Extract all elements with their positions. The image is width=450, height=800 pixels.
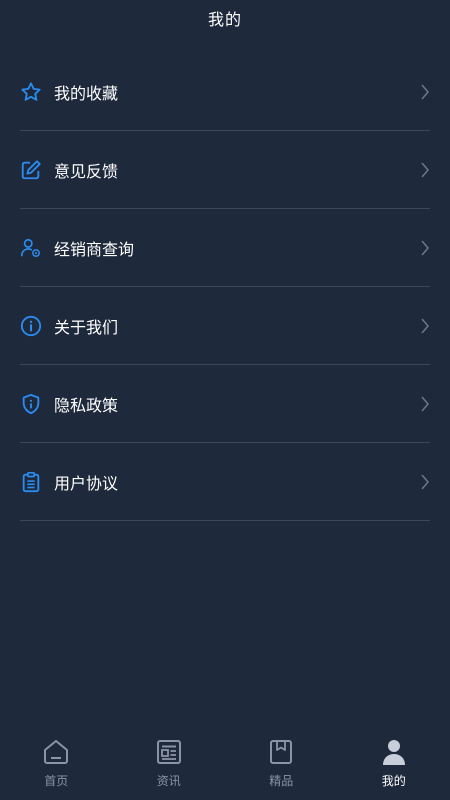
menu-item-label: 隐私政策 bbox=[54, 395, 119, 415]
tab-home[interactable]: 首页 bbox=[0, 730, 112, 789]
menu-item-label: 意见反馈 bbox=[54, 161, 119, 181]
menu-item-label: 关于我们 bbox=[54, 317, 119, 337]
menu-item-favorites[interactable]: 我的收藏 bbox=[20, 53, 430, 131]
menu-item-user-agreement[interactable]: 用户协议 bbox=[20, 443, 430, 521]
menu-item-label: 用户协议 bbox=[54, 473, 119, 493]
bookmark-icon bbox=[270, 740, 293, 764]
tab-featured[interactable]: 精品 bbox=[225, 730, 337, 789]
person-icon bbox=[382, 740, 405, 765]
settings-menu: 我的收藏 意见反馈 经销商查询 关于我们 隐私政策 用户协议 bbox=[20, 53, 430, 521]
menu-item-feedback[interactable]: 意见反馈 bbox=[20, 131, 430, 209]
menu-item-privacy-policy[interactable]: 隐私政策 bbox=[20, 365, 430, 443]
menu-item-label: 我的收藏 bbox=[54, 83, 119, 103]
chevron-right-icon bbox=[421, 83, 430, 100]
menu-item-label: 经销商查询 bbox=[54, 239, 135, 259]
dealer-user-icon bbox=[20, 237, 42, 259]
tab-news[interactable]: 资讯 bbox=[113, 730, 225, 789]
menu-item-about-us[interactable]: 关于我们 bbox=[20, 287, 430, 365]
tab-label: 我的 bbox=[381, 774, 406, 788]
shield-icon bbox=[20, 393, 42, 415]
news-icon bbox=[156, 740, 181, 764]
home-icon bbox=[44, 740, 69, 764]
chevron-right-icon bbox=[421, 161, 430, 178]
edit-icon bbox=[20, 159, 42, 181]
info-icon bbox=[20, 315, 42, 337]
clipboard-icon bbox=[20, 471, 42, 493]
tab-label: 精品 bbox=[269, 774, 294, 788]
tab-label: 首页 bbox=[44, 774, 69, 788]
tab-mine[interactable]: 我的 bbox=[338, 730, 450, 789]
chevron-right-icon bbox=[421, 239, 430, 256]
header-bar: 我的 bbox=[0, 0, 450, 36]
tab-label: 资讯 bbox=[156, 774, 181, 788]
bottom-tab-bar: 首页 资讯 精品 我的 bbox=[0, 730, 450, 800]
star-icon bbox=[20, 81, 42, 103]
chevron-right-icon bbox=[421, 395, 430, 412]
page-title: 我的 bbox=[207, 10, 242, 29]
menu-item-dealer-search[interactable]: 经销商查询 bbox=[20, 209, 430, 287]
chevron-right-icon bbox=[421, 317, 430, 334]
chevron-right-icon bbox=[421, 473, 430, 490]
